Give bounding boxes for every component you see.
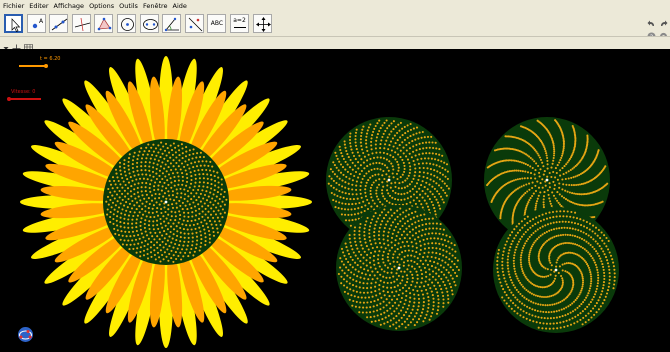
main-sunflower-center bbox=[164, 200, 168, 204]
menu-0[interactable]: Fichier bbox=[0, 0, 26, 12]
svg-text:A: A bbox=[39, 18, 44, 25]
reflect-tool[interactable] bbox=[184, 14, 204, 33]
circle-tool[interactable] bbox=[117, 14, 136, 33]
graphics-view[interactable]: t = 6.20 Vitesse: 0 bbox=[0, 49, 670, 352]
move-view-tool[interactable] bbox=[252, 14, 272, 33]
slider-tool[interactable]: a=2 bbox=[230, 14, 249, 33]
menu-1[interactable]: Editer bbox=[26, 0, 50, 12]
spiral-2-center bbox=[545, 178, 549, 182]
text-abc-icon: ABC bbox=[210, 20, 224, 27]
axes-toggle-icon[interactable] bbox=[12, 38, 21, 53]
slider-icon: a=2 bbox=[233, 17, 246, 24]
redo-icon[interactable] bbox=[659, 14, 668, 26]
undo-icon[interactable] bbox=[647, 14, 656, 26]
menu-4[interactable]: Outils bbox=[116, 0, 140, 12]
menu-6[interactable]: Aide bbox=[170, 0, 189, 12]
help-icon[interactable]: ? bbox=[647, 26, 656, 41]
sunflower-drawing bbox=[20, 56, 619, 348]
move-tool[interactable] bbox=[4, 14, 23, 33]
menu-3[interactable]: Options bbox=[86, 0, 116, 12]
spiral-1-center bbox=[387, 178, 391, 182]
settings-gear-icon[interactable] bbox=[659, 26, 668, 41]
perpendicular-tool[interactable] bbox=[71, 14, 91, 33]
menu-2[interactable]: Affichage bbox=[51, 0, 87, 12]
angle-tool[interactable] bbox=[162, 14, 182, 33]
toolbar: A ABC a=2 bbox=[0, 12, 670, 36]
style-bar-toggle-icon[interactable] bbox=[3, 38, 9, 50]
menu-5[interactable]: Fenêtre bbox=[140, 0, 170, 12]
geogebra-logo-icon bbox=[17, 326, 34, 343]
graphics-style-bar bbox=[0, 36, 670, 53]
menu-bar: Fichier Editer Affichage Options Outils Fenêt… bbox=[0, 0, 670, 12]
point-tool[interactable]: A bbox=[26, 14, 46, 33]
text-tool[interactable]: ABC bbox=[207, 14, 227, 33]
ellipse-tool[interactable] bbox=[139, 14, 159, 33]
line-tool[interactable] bbox=[49, 14, 69, 33]
spiral-4-center bbox=[554, 268, 558, 272]
polygon-tool[interactable] bbox=[94, 14, 114, 33]
grid-toggle-icon[interactable] bbox=[24, 38, 33, 53]
spiral-3-center bbox=[397, 266, 401, 270]
